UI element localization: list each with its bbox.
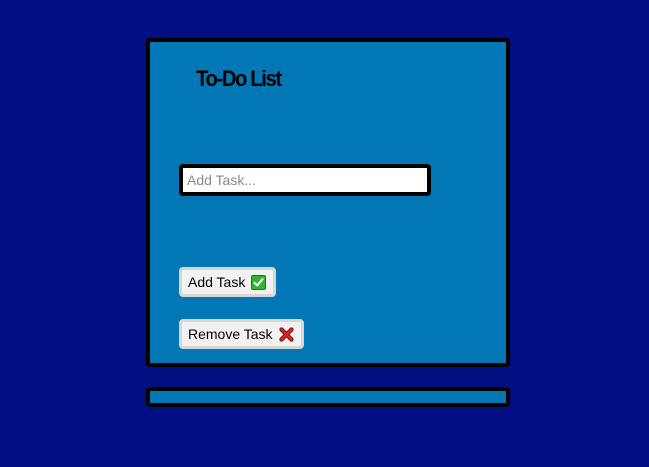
add-task-label: Add Task xyxy=(188,274,246,290)
task-list xyxy=(146,387,510,407)
check-mark-icon xyxy=(251,274,267,290)
todo-card: To-Do List Add Task Remove Task xyxy=(146,38,510,367)
page-title: To-Do List xyxy=(196,66,282,91)
add-task-button[interactable]: Add Task xyxy=(179,267,277,297)
remove-task-label: Remove Task xyxy=(188,326,273,342)
remove-task-button[interactable]: Remove Task xyxy=(179,319,304,349)
add-task-input[interactable] xyxy=(179,164,431,196)
cross-mark-icon xyxy=(278,326,294,342)
